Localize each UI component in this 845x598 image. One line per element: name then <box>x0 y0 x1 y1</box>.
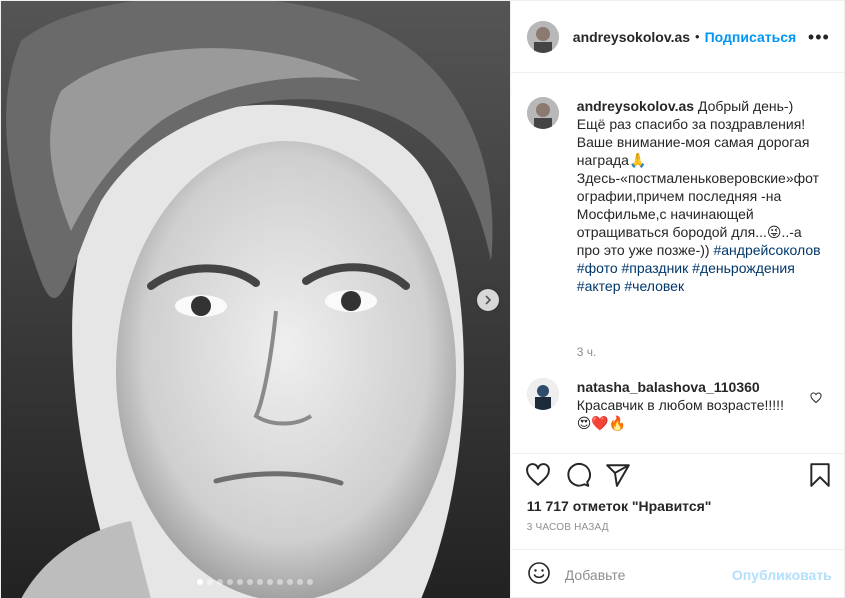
hashtag-link[interactable]: #актер <box>577 278 621 294</box>
post-header: andreysokolov.as • Подписаться ••• <box>510 1 845 73</box>
heart-outline-small-icon <box>810 392 822 404</box>
add-comment-bar: Опубликовать <box>510 549 845 598</box>
share-icon <box>605 464 630 487</box>
save-button[interactable] <box>807 462 833 491</box>
carousel-dot <box>297 579 304 585</box>
commenter-avatar[interactable] <box>526 378 559 410</box>
posted-time[interactable]: 3 часов назад <box>527 522 609 533</box>
author-username[interactable]: andreysokolov.as <box>573 29 690 45</box>
instagram-post: andreysokolov.as • Подписаться ••• andre… <box>0 0 845 598</box>
hashtag-link[interactable]: #андрейсоколов <box>713 242 820 258</box>
carousel-dot <box>207 579 214 585</box>
hashtag-link[interactable]: #деньрождения <box>692 260 795 276</box>
post-caption: andreysokolov.as Добрый день-) Ещё раз с… <box>526 97 832 295</box>
commenter-username[interactable]: natasha_balashova_110360 <box>577 379 760 395</box>
heart-icon <box>525 463 550 486</box>
chevron-right-icon <box>485 295 492 305</box>
comment-button[interactable] <box>565 462 591 491</box>
comment-text: natasha_balashova_110360 Красавчик в любо… <box>577 378 797 432</box>
separator-dot: • <box>695 29 700 44</box>
carousel-dot <box>197 579 204 585</box>
caption-time: 3 ч. <box>576 345 597 359</box>
like-button[interactable] <box>525 462 551 491</box>
bookmark-icon <box>810 463 830 487</box>
emoji-button[interactable] <box>527 561 551 588</box>
action-bar <box>510 453 845 497</box>
carousel-dot <box>287 579 294 585</box>
carousel-dot <box>307 579 314 585</box>
caption-avatar[interactable] <box>526 97 559 129</box>
comment-input[interactable] <box>564 566 725 583</box>
portrait-image <box>1 1 510 598</box>
hashtag-link[interactable]: #фото <box>577 260 618 276</box>
likes-count[interactable]: 11 717 отметок "Нравится" <box>527 498 712 514</box>
carousel-dot <box>247 579 254 585</box>
author-avatar[interactable] <box>526 20 559 53</box>
carousel-dot <box>227 579 234 585</box>
carousel-indicator <box>1 579 510 585</box>
caption-text: andreysokolov.as Добрый день-) Ещё раз с… <box>577 97 822 295</box>
hashtag-link[interactable]: #праздник <box>622 260 689 276</box>
caption-body: Добрый день-) Ещё раз спасибо за поздрав… <box>576 98 820 258</box>
like-comment-button[interactable] <box>810 391 822 407</box>
comment-icon <box>567 462 591 487</box>
carousel-dot <box>237 579 244 585</box>
next-image-button[interactable] <box>477 289 499 311</box>
share-button[interactable] <box>605 462 631 491</box>
carousel-dot <box>217 579 224 585</box>
post-sidebar: andreysokolov.as • Подписаться ••• andre… <box>509 1 845 598</box>
more-options-button[interactable]: ••• <box>808 27 830 48</box>
post-photo[interactable] <box>1 1 510 598</box>
hashtag-link[interactable]: #человек <box>624 278 684 294</box>
comment-body: Красавчик в любом возрасте!!!!!😍❤️🔥 <box>576 397 784 431</box>
smiley-icon <box>527 562 550 584</box>
comments-section: andreysokolov.as Добрый день-) Ещё раз с… <box>511 73 845 453</box>
carousel-dot <box>267 579 274 585</box>
follow-button[interactable]: Подписаться <box>705 29 797 45</box>
comment-item: natasha_balashova_110360 Красавчик в любо… <box>526 378 832 432</box>
caption-username[interactable]: andreysokolov.as <box>577 98 694 114</box>
carousel-dot <box>277 579 284 585</box>
carousel-dot <box>257 579 264 585</box>
publish-button[interactable]: Опубликовать <box>732 567 832 583</box>
